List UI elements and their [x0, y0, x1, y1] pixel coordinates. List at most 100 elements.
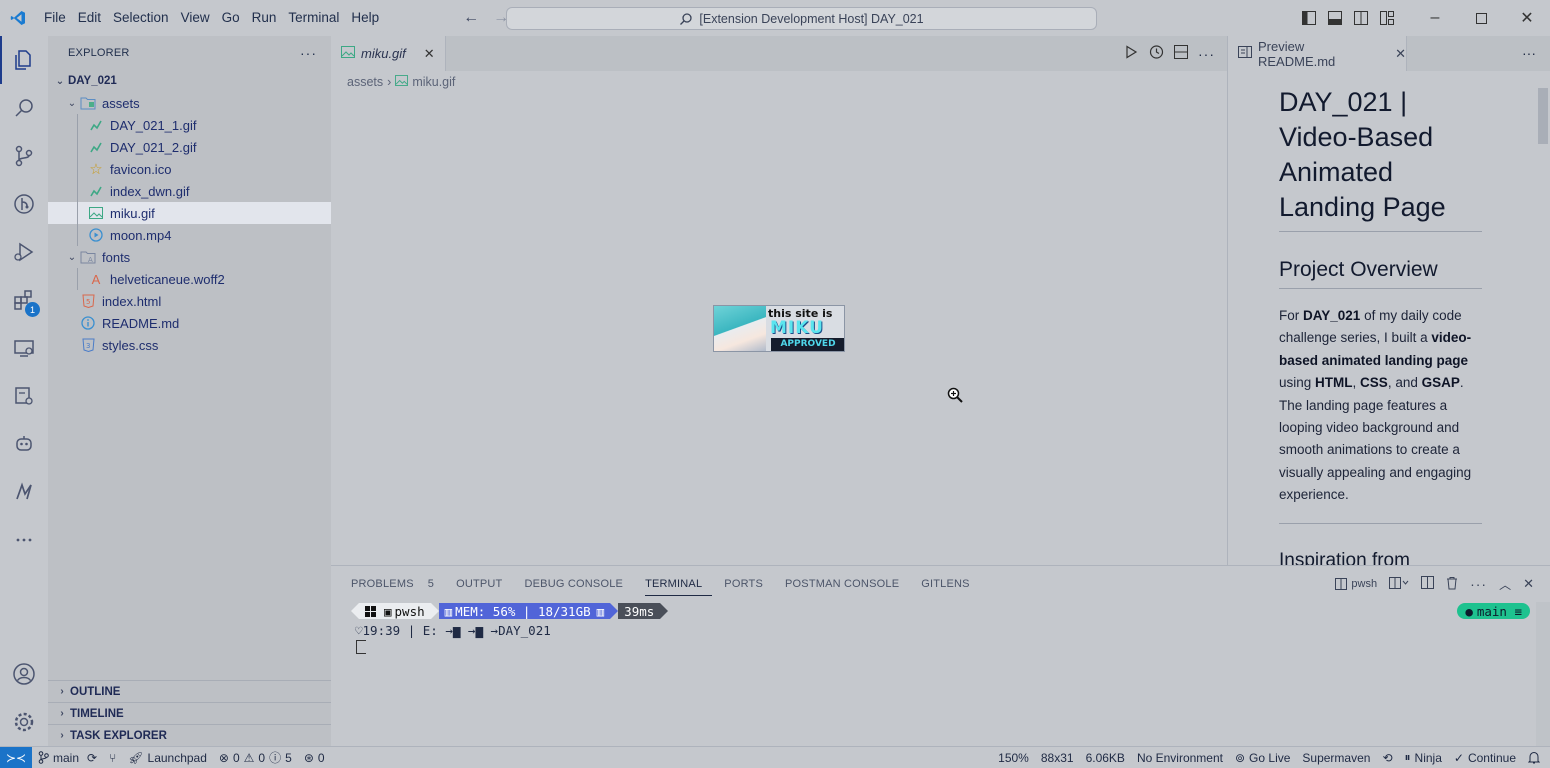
root-folder-label: DAY_021	[68, 75, 117, 87]
split-terminal-icon[interactable]	[1421, 576, 1435, 592]
tree-folder-assets[interactable]: ⌄ assets	[48, 92, 331, 114]
run-icon[interactable]	[1124, 45, 1138, 62]
copilot-icon[interactable]	[0, 420, 48, 468]
settings-gear-icon[interactable]	[0, 698, 48, 746]
menu-help[interactable]: Help	[345, 0, 385, 36]
maximize-panel-icon[interactable]: ︿	[1499, 576, 1511, 593]
terminal-output[interactable]: ▣ pwsh ▥ MEM: 56% | 18/31GB ▥ 39ms ♡ 19:39 …	[351, 602, 669, 654]
preview-scrollbar[interactable]	[1536, 71, 1550, 565]
section-task-explorer[interactable]: › TASK EXPLORER	[48, 724, 331, 746]
remote-indicator-icon[interactable]: ≻≺	[0, 746, 32, 768]
broadcast-icon: ⊚	[1234, 750, 1246, 765]
status-ports[interactable]: ⊛ 0	[298, 751, 331, 765]
minimize-icon[interactable]: –	[1412, 0, 1458, 36]
menu-run[interactable]: Run	[246, 0, 283, 36]
section-outline[interactable]: › OUTLINE	[48, 680, 331, 702]
postman-icon[interactable]	[0, 372, 48, 420]
breadcrumb-file[interactable]: miku.gif	[412, 75, 455, 89]
close-tab-icon[interactable]: ✕	[424, 46, 435, 62]
more-actions-icon[interactable]: ···	[1522, 45, 1536, 61]
tree-file[interactable]: moon.mp4	[48, 224, 331, 246]
miku-gif-image[interactable]: this site is MIKU APPROVED	[713, 305, 845, 352]
section-timeline[interactable]: › TIMELINE	[48, 702, 331, 724]
search-icon[interactable]	[0, 84, 48, 132]
tree-file[interactable]: README.md	[48, 312, 331, 334]
run-debug-icon[interactable]	[0, 228, 48, 276]
explorer-more-icon[interactable]: ···	[300, 45, 317, 61]
sync-icon[interactable]: ⟳	[87, 751, 97, 765]
more-actions-icon[interactable]: ···	[1198, 46, 1215, 62]
history-icon[interactable]: ⟲	[1376, 751, 1398, 765]
tree-item-label: favicon.ico	[110, 161, 172, 177]
more-actions-icon[interactable]: ···	[1470, 576, 1487, 592]
source-control-icon[interactable]	[0, 132, 48, 180]
toggle-panel-icon[interactable]	[1322, 0, 1348, 36]
supermaven-icon[interactable]	[0, 468, 48, 516]
menu-go[interactable]: Go	[216, 0, 246, 36]
breadcrumb-folder[interactable]: assets	[347, 75, 383, 89]
terminal-scrollbar[interactable]	[1536, 602, 1550, 747]
status-supermaven[interactable]: Supermaven	[1296, 751, 1376, 765]
menu-view[interactable]: View	[175, 0, 216, 36]
split-editor-icon[interactable]	[1174, 45, 1188, 62]
status-zoom[interactable]: 150%	[992, 751, 1035, 765]
status-continue[interactable]: ✓ Continue	[1448, 751, 1522, 765]
segment-cap	[351, 603, 359, 619]
scrollbar-thumb[interactable]	[1538, 88, 1548, 144]
tree-file[interactable]: A helveticaneue.woff2	[48, 268, 331, 290]
menu-selection[interactable]: Selection	[107, 0, 175, 36]
tree-file[interactable]: DAY_021_2.gif	[48, 136, 331, 158]
new-terminal-split-icon[interactable]	[1389, 576, 1409, 592]
status-environment[interactable]: No Environment	[1131, 751, 1229, 765]
close-icon[interactable]: ✕	[1504, 0, 1550, 36]
tree-item-label: styles.css	[102, 337, 159, 353]
close-tab-icon[interactable]: ✕	[1395, 46, 1406, 62]
tab-debug-console[interactable]: DEBUG CONSOLE	[524, 566, 633, 602]
status-ninja[interactable]: ⏸︎ Ninja	[1399, 750, 1448, 765]
timeline-history-icon[interactable]	[1148, 44, 1164, 63]
gitlens-icon[interactable]	[0, 180, 48, 228]
tab-terminal[interactable]: TERMINAL	[645, 572, 713, 596]
status-go-live[interactable]: ⊚ Go Live	[1229, 751, 1296, 765]
trash-icon[interactable]	[1446, 576, 1458, 593]
tree-file[interactable]: index_dwn.gif	[48, 180, 331, 202]
explorer-icon[interactable]	[0, 36, 48, 84]
tree-file[interactable]: 5 index.html	[48, 290, 331, 312]
status-branch[interactable]: main ⟳	[32, 751, 103, 765]
tree-file[interactable]: DAY_021_1.gif	[48, 114, 331, 136]
menu-edit[interactable]: Edit	[72, 0, 107, 36]
close-panel-icon[interactable]: ✕	[1523, 576, 1534, 592]
tree-item-label: DAY_021_1.gif	[110, 117, 197, 133]
tab-postman-console[interactable]: POSTMAN CONSOLE	[785, 566, 909, 602]
tab-preview-readme[interactable]: Preview README.md ✕	[1228, 36, 1407, 71]
tree-folder-fonts[interactable]: ⌄ A fonts	[48, 246, 331, 268]
back-arrow-icon[interactable]: ←	[463, 9, 479, 27]
tree-file[interactable]: ☆ favicon.ico	[48, 158, 331, 180]
tab-miku-gif[interactable]: miku.gif ✕	[331, 36, 446, 71]
menu-file[interactable]: File	[38, 0, 72, 36]
menu-terminal[interactable]: Terminal	[282, 0, 345, 36]
account-icon[interactable]	[0, 650, 48, 698]
more-icon[interactable]	[0, 516, 48, 564]
remote-explorer-icon[interactable]	[0, 324, 48, 372]
extensions-icon[interactable]: 1	[0, 276, 48, 324]
customize-layout-icon[interactable]	[1374, 0, 1400, 36]
toggle-secondary-sidebar-icon[interactable]	[1348, 0, 1374, 36]
status-problems[interactable]: ⊗ 0 ⚠ 0 ⓘ 5	[213, 749, 298, 766]
text-bold: GSAP	[1421, 375, 1460, 391]
tree-root-folder[interactable]: ⌄ DAY_021	[48, 70, 331, 92]
tab-output[interactable]: OUTPUT	[456, 566, 512, 602]
maximize-icon[interactable]	[1458, 0, 1504, 36]
tab-ports[interactable]: PORTS	[724, 566, 773, 602]
command-center[interactable]: [Extension Development Host] DAY_021	[506, 7, 1097, 30]
toggle-primary-sidebar-icon[interactable]	[1296, 0, 1322, 36]
tab-gitlens[interactable]: GITLENS	[921, 566, 979, 602]
status-gitlens-graph[interactable]: ⑂	[103, 751, 122, 765]
terminal-instance[interactable]: pwsh	[1335, 578, 1377, 590]
tab-problems[interactable]: PROBLEMS 5	[351, 566, 444, 602]
tree-file[interactable]: 3 styles.css	[48, 334, 331, 356]
notifications-bell-icon[interactable]	[1522, 751, 1550, 764]
image-preview-area[interactable]: this site is MIKU APPROVED	[331, 93, 1227, 565]
status-launchpad[interactable]: 🚀︎ Launchpad	[122, 751, 213, 765]
tree-file-selected[interactable]: miku.gif	[48, 202, 331, 224]
